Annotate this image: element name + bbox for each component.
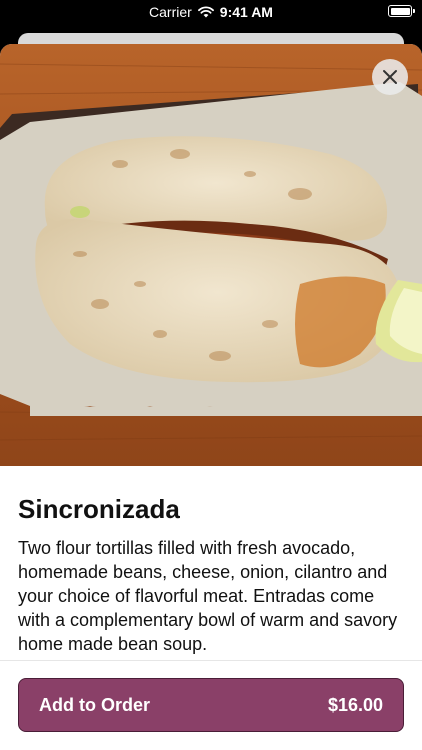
wifi-icon	[197, 6, 214, 18]
status-time: 9:41 AM	[219, 4, 273, 20]
item-title: Sincronizada	[18, 494, 180, 524]
sincronizada-photo	[0, 44, 422, 466]
item-photo	[0, 44, 422, 466]
add-to-order-button[interactable]: Add to Order $16.00	[18, 678, 404, 732]
status-center: Carrier 9:41 AM	[0, 4, 422, 20]
item-price: $16.00	[327, 694, 383, 715]
close-icon	[383, 70, 397, 84]
carrier-label: Carrier	[149, 4, 192, 20]
battery-icon	[388, 5, 415, 17]
item-description: Two flour tortillas filled with fresh av…	[18, 538, 398, 654]
divider	[0, 660, 422, 661]
item-detail-modal: Sincronizada Two flour tortillas filled …	[0, 44, 422, 750]
add-to-order-label: Add to Order	[39, 694, 150, 715]
status-bar: Carrier 9:41 AM	[0, 0, 422, 24]
close-button[interactable]	[372, 59, 408, 95]
